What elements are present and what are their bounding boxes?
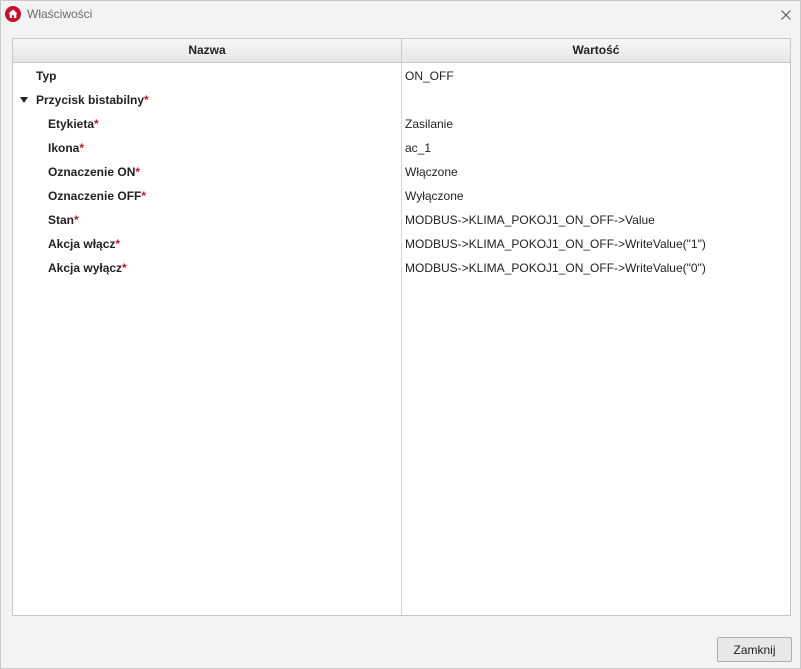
table-row-oznaczenie-off[interactable]: Oznaczenie OFF* Wyłączone <box>13 184 790 208</box>
column-header-value[interactable]: Wartość <box>402 39 790 62</box>
title-bar: Właściwości <box>1 1 800 29</box>
row-value: MODBUS->KLIMA_POKOJ1_ON_OFF->Value <box>405 213 655 227</box>
row-name: Etykieta* <box>48 117 99 131</box>
row-name: Ikona* <box>48 141 85 155</box>
close-icon <box>781 10 791 20</box>
table-row-oznaczenie-on[interactable]: Oznaczenie ON* Włączone <box>13 160 790 184</box>
row-value: MODBUS->KLIMA_POKOJ1_ON_OFF->WriteValue(… <box>405 261 706 275</box>
row-value: ac_1 <box>405 141 432 155</box>
window-title: Właściwości <box>27 7 93 21</box>
row-name: Stan* <box>48 213 79 227</box>
table-row-stan[interactable]: Stan* MODBUS->KLIMA_POKOJ1_ON_OFF->Value <box>13 208 790 232</box>
home-icon <box>5 6 21 22</box>
row-name: Akcja włącz* <box>48 237 121 251</box>
row-name: Przycisk bistabilny* <box>36 93 149 107</box>
triangle-down-icon[interactable] <box>19 95 29 105</box>
row-name: Oznaczenie OFF* <box>48 189 147 203</box>
table-body: Typ ON_OFF Przycisk bistabilny* Etykieta… <box>13 64 790 280</box>
zamknij-button[interactable]: Zamknij <box>717 637 792 662</box>
row-name: Oznaczenie ON* <box>48 165 141 179</box>
row-value: Wyłączone <box>405 189 464 203</box>
row-value: Włączone <box>405 165 458 179</box>
close-button[interactable] <box>772 1 800 29</box>
column-header-name[interactable]: Nazwa <box>13 39 402 62</box>
row-name: Typ <box>36 69 57 83</box>
table-header: Nazwa Wartość <box>13 39 790 63</box>
properties-dialog: Właściwości Nazwa Wartość Typ ON_OFF Prz… <box>0 0 801 669</box>
row-name: Akcja wyłącz* <box>48 261 127 275</box>
table-row-etykieta[interactable]: Etykieta* Zasilanie <box>13 112 790 136</box>
table-row-typ[interactable]: Typ ON_OFF <box>13 64 790 88</box>
row-value: MODBUS->KLIMA_POKOJ1_ON_OFF->WriteValue(… <box>405 237 706 251</box>
table-row-przycisk-bistabilny[interactable]: Przycisk bistabilny* <box>13 88 790 112</box>
row-value: Zasilanie <box>405 117 454 131</box>
table-row-akcja-wlacz[interactable]: Akcja włącz* MODBUS->KLIMA_POKOJ1_ON_OFF… <box>13 232 790 256</box>
table-row-ikona[interactable]: Ikona* ac_1 <box>13 136 790 160</box>
table-row-akcja-wylacz[interactable]: Akcja wyłącz* MODBUS->KLIMA_POKOJ1_ON_OF… <box>13 256 790 280</box>
properties-table: Nazwa Wartość Typ ON_OFF Przycisk bistab… <box>12 38 791 616</box>
row-value: ON_OFF <box>405 69 454 83</box>
